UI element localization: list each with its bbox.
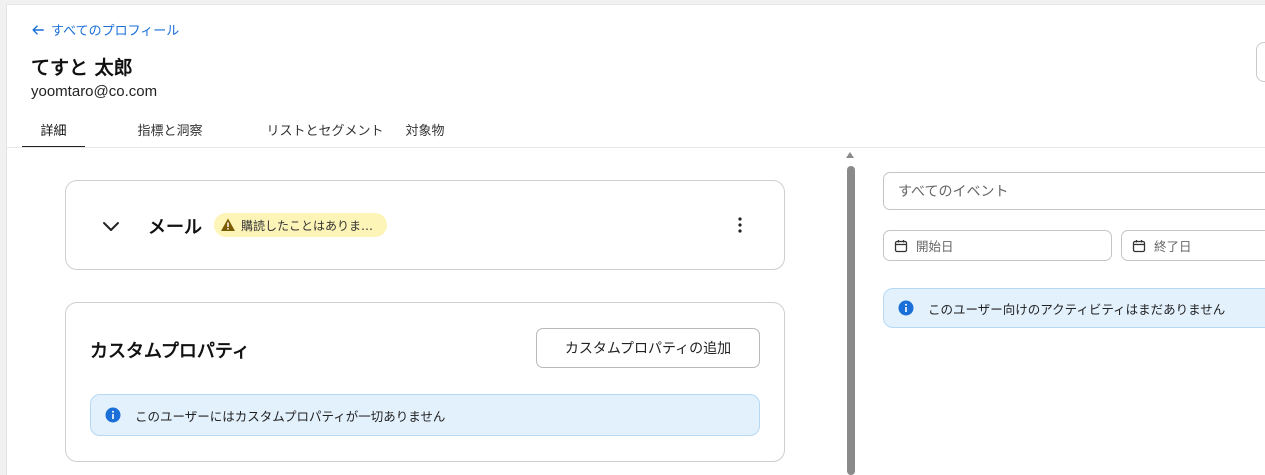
activity-empty-notice: このユーザー向けのアクティビティはまだありません <box>883 288 1265 328</box>
tab-metrics-insights[interactable]: 指標と洞察 <box>85 112 255 146</box>
kebab-menu-icon[interactable] <box>730 214 750 236</box>
window-top-edge <box>6 0 1265 5</box>
back-to-profiles-link[interactable]: すべてのプロフィール <box>31 20 179 39</box>
custom-properties-card: カスタムプロパティ カスタムプロパティの追加 このユーザーにはカスタムプロパティ… <box>65 302 785 462</box>
calendar-icon <box>1132 239 1146 252</box>
profile-name: てすと 太郎 <box>31 57 133 79</box>
custom-properties-title: カスタムプロパティ <box>90 341 250 362</box>
window-left-edge <box>0 0 7 475</box>
start-date-field[interactable]: 開始日 <box>883 230 1112 261</box>
scrollbar-thumb[interactable] <box>847 166 855 475</box>
end-date-field[interactable]: 終了日 <box>1121 230 1265 261</box>
scroll-up-arrow[interactable] <box>846 152 854 158</box>
profile-tabs: 詳細 指標と洞察 リストとセグメント 対象物 <box>22 112 455 148</box>
chevron-down-icon[interactable] <box>100 215 122 237</box>
end-date-placeholder: 終了日 <box>1154 239 1192 254</box>
profile-email: yoomtaro@co.com <box>31 83 158 100</box>
back-link-label: すべてのプロフィール <box>51 24 180 39</box>
event-filter-placeholder: すべてのイベント <box>898 184 1009 200</box>
email-card-title: メール <box>148 217 202 238</box>
arrow-left-icon <box>32 24 44 35</box>
tab-details[interactable]: 詳細 <box>22 112 85 148</box>
add-custom-property-button[interactable]: カスタムプロパティの追加 <box>536 328 760 368</box>
custom-properties-empty-notice: このユーザーにはカスタムプロパティが一切ありません <box>90 394 760 436</box>
tab-objects[interactable]: 対象物 <box>395 112 455 146</box>
info-icon <box>898 300 914 316</box>
tabs-divider <box>6 147 1265 148</box>
warning-icon <box>221 218 235 231</box>
start-date-placeholder: 開始日 <box>916 239 954 254</box>
calendar-icon <box>894 239 908 252</box>
activity-empty-text: このユーザー向けのアクティビティはまだありません <box>928 301 1226 317</box>
email-card: メール 購読したことはありま… <box>65 180 785 270</box>
event-filter-select[interactable]: すべてのイベント <box>883 172 1265 210</box>
badge-text: 購読したことはありま… <box>241 218 374 233</box>
custom-properties-empty-text: このユーザーにはカスタムプロパティが一切ありません <box>135 408 446 424</box>
info-icon <box>105 407 121 423</box>
tab-lists-segments[interactable]: リストとセグメント <box>255 112 395 146</box>
header-action-button[interactable] <box>1256 42 1265 82</box>
subscription-status-badge: 購読したことはありま… <box>214 213 388 237</box>
